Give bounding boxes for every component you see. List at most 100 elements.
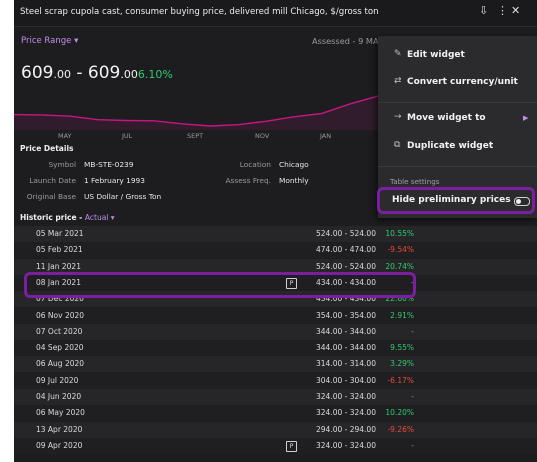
chart-x-tick: NOV — [255, 132, 270, 140]
close-icon[interactable]: ✕ — [511, 4, 520, 17]
row-change-percent: 10.20% — [385, 408, 414, 418]
menu-item-duplicate-widget[interactable]: ⧉ Duplicate widget — [378, 136, 537, 158]
row-price-range: 524.00 - 524.00 — [316, 261, 376, 271]
row-date: 04 Sep 2020 — [36, 343, 84, 353]
table-row[interactable]: 07 Oct 2020 344.00 - 344.00 - — [14, 323, 537, 340]
menu-item-move-widget[interactable]: → Move widget to ▶ — [378, 108, 537, 130]
price-range-label: Price Range — [21, 36, 72, 46]
highlight-box-row — [24, 272, 416, 298]
price-low-main: 609 — [21, 63, 54, 83]
row-date: 06 May 2020 — [36, 408, 85, 418]
row-change-percent: 3.29% — [390, 359, 414, 369]
chart-x-tick: MAY — [58, 132, 72, 140]
share-icon[interactable]: ⇩ — [479, 4, 488, 17]
symbol-value: MB-STE-0239 — [84, 160, 134, 169]
row-price-range: 314.00 - 314.00 — [316, 359, 376, 369]
widget-titlebar: Steel scrap cupola cast, consumer buying… — [14, 0, 537, 27]
row-date: 06 Nov 2020 — [36, 310, 85, 320]
widget-title: Steel scrap cupola cast, consumer buying… — [20, 7, 379, 17]
row-price-range: 294.00 - 294.00 — [316, 424, 376, 434]
table-row[interactable]: 13 Apr 2020 294.00 - 294.00 -9.26% — [14, 421, 537, 438]
historic-price-header: Historic price - Actual ▾ — [20, 213, 115, 222]
price-high-decimal: .00 — [120, 68, 138, 81]
row-change-percent: -9.26% — [387, 424, 414, 434]
row-date: 13 Apr 2020 — [36, 424, 83, 434]
menu-item-label: Convert currency/unit — [407, 77, 518, 87]
launch-date-label: Launch Date — [29, 176, 76, 185]
menu-item-edit-widget[interactable]: ✎ Edit widget — [378, 45, 537, 67]
chart-x-tick: JUL — [122, 132, 133, 140]
row-change-percent: - — [411, 392, 414, 401]
row-price-range: 324.00 - 324.00 — [316, 440, 376, 450]
row-change-percent: 9.55% — [390, 343, 414, 353]
menu-divider — [378, 166, 537, 167]
row-change-percent: 2.91% — [390, 310, 414, 320]
table-row[interactable]: 04 Sep 2020 344.00 - 344.00 9.55% — [14, 340, 537, 357]
highlight-box-menu — [377, 187, 535, 214]
menu-item-label: Move widget to — [407, 113, 486, 123]
row-price-range: 324.00 - 324.00 — [316, 408, 376, 418]
price-widget: Steel scrap cupola cast, consumer buying… — [14, 0, 537, 462]
assess-freq-label: Assess Freq. — [225, 176, 271, 185]
table-row[interactable]: 06 Nov 2020 354.00 - 354.00 2.91% — [14, 307, 537, 324]
historic-mode-label: Actual — [84, 213, 109, 222]
row-price-range: 304.00 - 304.00 — [316, 375, 376, 385]
table-row[interactable]: 09 Jul 2020 304.00 - 304.00 -6.17% — [14, 372, 537, 389]
convert-icon: ⇄ — [394, 76, 402, 86]
row-date: 09 Apr 2020 — [36, 440, 83, 450]
row-change-percent: - — [411, 440, 414, 450]
row-change-percent: -6.17% — [387, 375, 414, 385]
symbol-label: Symbol — [48, 160, 76, 169]
price-details-title: Price Details — [20, 144, 74, 153]
row-price-range: 344.00 - 344.00 — [316, 326, 376, 336]
price-change-percent: 6.10% — [137, 68, 173, 81]
table-row[interactable]: 09 Apr 2020 P 324.00 - 324.00 - — [14, 437, 537, 454]
menu-item-convert-currency[interactable]: ⇄ Convert currency/unit — [378, 72, 537, 94]
table-row[interactable]: 04 Jun 2020 324.00 - 324.00 - — [14, 389, 537, 405]
row-date: 07 Oct 2020 — [36, 326, 83, 336]
chevron-down-icon: ▾ — [74, 36, 79, 46]
row-date: 06 Aug 2020 — [36, 359, 85, 369]
price-high-main: 609 — [87, 63, 121, 83]
original-base-value: US Dollar / Gross Ton — [84, 192, 162, 201]
price-range-dropdown[interactable]: Price Range ▾ — [21, 36, 78, 46]
location-value: Chicago — [279, 160, 309, 169]
launch-date-value: 1 February 1993 — [84, 176, 145, 185]
menu-divider — [378, 102, 537, 103]
historic-mode-dropdown[interactable]: Actual ▾ — [85, 213, 115, 222]
row-change-percent: -9.54% — [387, 245, 414, 255]
menu-item-label: Edit widget — [407, 50, 465, 60]
submenu-arrow-icon: ▶ — [523, 114, 529, 122]
chevron-down-icon: ▾ — [110, 213, 115, 222]
row-price-range: 354.00 - 354.00 — [316, 310, 376, 320]
row-date: 11 Jan 2021 — [36, 261, 81, 271]
duplicate-icon: ⧉ — [394, 140, 401, 150]
historic-price-title: Historic price - — [20, 213, 85, 222]
chart-x-tick: JAN — [320, 132, 332, 140]
chart-x-tick: SEPT — [187, 132, 204, 140]
table-row[interactable]: 06 May 2020 324.00 - 324.00 10.20% — [14, 405, 537, 422]
assess-freq-value: Monthly — [279, 176, 309, 185]
row-date: 04 Jun 2020 — [36, 392, 82, 401]
row-price-range: 324.00 - 324.00 — [316, 392, 376, 401]
row-date: 05 Mar 2021 — [36, 229, 84, 238]
row-change-percent: 10.55% — [385, 229, 414, 238]
preliminary-badge: P — [286, 440, 297, 452]
table-row[interactable]: 05 Feb 2021 474.00 - 474.00 -9.54% — [14, 242, 537, 259]
more-vertical-icon[interactable]: ⋮ — [497, 4, 508, 17]
row-price-range: 344.00 - 344.00 — [316, 343, 376, 353]
arrow-right-icon: → — [394, 112, 402, 122]
pencil-icon: ✎ — [394, 49, 402, 59]
original-base-label: Original Base — [26, 192, 76, 201]
price-separator: - — [70, 63, 88, 83]
row-date: 09 Jul 2020 — [36, 375, 79, 385]
table-settings-heading: Table settings — [390, 177, 440, 186]
price-low-decimal: .00 — [53, 68, 71, 81]
menu-item-label: Duplicate widget — [407, 141, 494, 151]
location-label: Location — [239, 160, 271, 169]
current-price: 609.00 - 609.006.10% — [21, 63, 173, 83]
table-row[interactable]: 05 Mar 2021 524.00 - 524.00 10.55% — [14, 226, 537, 242]
row-change-percent: - — [411, 326, 414, 336]
table-row[interactable]: 06 Aug 2020 314.00 - 314.00 3.29% — [14, 356, 537, 373]
row-price-range: 524.00 - 524.00 — [316, 229, 376, 238]
